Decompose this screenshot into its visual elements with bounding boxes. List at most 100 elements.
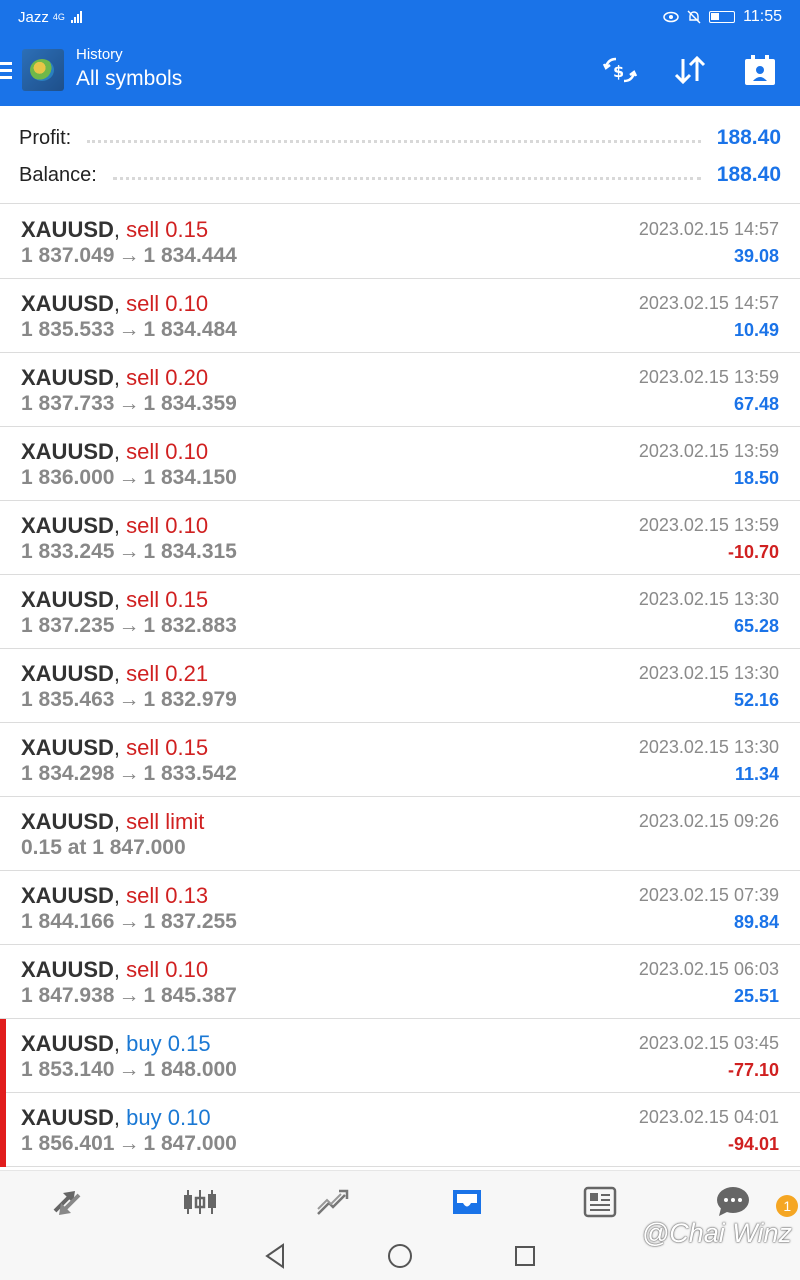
trade-symbol: XAUUSD [21,1031,114,1056]
eye-icon [663,11,679,23]
trade-row[interactable]: XAUUSD, sell limit 0.15 at 1 847.000 2023.… [0,797,800,871]
trade-profit: -10.70 [727,542,779,562]
trade-row[interactable]: XAUUSD, sell 0.15 1 834.298 → 1 833.542 2023… [0,723,800,797]
trade-prices: 1 835.463 → 1 832.979 [21,687,237,713]
trade-symbol: XAUUSD [21,735,114,760]
close-price: 1 848.000 [143,1058,237,1081]
trade-title: XAUUSD, sell 0.10 [21,291,208,317]
trade-side: sell limit [126,809,205,834]
recents-icon[interactable] [513,1244,537,1268]
battery-icon [709,11,736,23]
app-titles[interactable]: History All symbols [76,46,182,94]
trade-symbol: XAUUSD [21,513,114,538]
status-left: Jazz 4G [18,9,82,26]
trade-prices: 1 837.235 → 1 832.883 [21,613,237,639]
arrow-right-icon: → [118,318,140,341]
open-price: 1 837.235 [21,614,115,637]
trade-time: 2023.02.15 13:30 [638,589,779,609]
trade-side: sell 0.10 [126,957,209,982]
balance-row: Balance: 188.40 [19,160,781,190]
trade-time: 2023.02.15 14:57 [638,293,779,313]
trade-time: 2023.02.15 13:59 [638,441,779,461]
trade-symbol: XAUUSD [21,1105,114,1130]
trade-row[interactable]: XAUUSD, buy 0.15 1 853.140 → 1 848.000 2023.… [0,1019,800,1093]
trade-profit: 67.48 [733,394,779,414]
back-icon[interactable] [263,1243,287,1269]
arrow-right-icon: → [118,540,140,563]
menu-icon[interactable] [0,61,14,79]
trade-row[interactable]: XAUUSD, sell 0.10 1 836.000 → 1 834.150 2023… [0,427,800,501]
trade-row[interactable]: XAUUSD, sell 0.21 1 835.463 → 1 832.979 2023… [0,649,800,723]
open-price: 1 856.401 [21,1132,115,1155]
trade-row[interactable]: XAUUSD, sell 0.15 1 837.049 → 1 834.444 2023… [0,205,800,279]
separator: , [113,513,121,538]
currency-exchange-icon[interactable]: $ [600,50,640,90]
mute-bell-icon [687,10,701,24]
trade-row[interactable]: XAUUSD, sell 0.15 1 837.235 → 1 832.883 2023… [0,575,800,649]
trade-row[interactable]: XAUUSD, sell 0.10 1 847.938 → 1 845.387 2023… [0,945,800,1019]
separator: , [113,587,121,612]
arrow-right-icon: → [118,614,140,637]
trade-side: sell 0.15 [126,587,209,612]
trade-row[interactable]: XAUUSD, sell 0.10 1 835.533 → 1 834.484 2023… [0,279,800,353]
balance-value: 188.40 [716,163,781,186]
trade-profit: 10.49 [733,320,779,340]
trade-prices: 1 836.000 → 1 834.150 [21,465,237,491]
arrow-right-icon: → [118,466,140,489]
chart-icon[interactable] [175,1177,225,1227]
separator: , [113,291,121,316]
home-icon[interactable] [387,1243,413,1269]
close-price: 1 832.979 [143,688,237,711]
network-type: 4G [52,12,65,22]
trade-row[interactable]: XAUUSD, sell 0.13 1 844.166 → 1 837.255 2023… [0,871,800,945]
trade-profit: 18.50 [733,468,779,488]
separator: , [113,1105,121,1130]
news-icon[interactable] [575,1177,625,1227]
trade-symbol: XAUUSD [21,587,114,612]
trade-row[interactable]: XAUUSD, sell 0.10 1 833.245 → 1 834.315 2023… [0,501,800,575]
trade-time: 2023.02.15 03:45 [638,1033,779,1053]
arrow-right-icon: → [118,1058,140,1081]
trade-symbol: XAUUSD [21,957,114,982]
close-price: 1 837.255 [143,910,237,933]
trade-prices: 1 847.938 → 1 845.387 [21,983,237,1009]
trade-prices: 1 833.245 → 1 834.315 [21,539,237,565]
open-price: 1 835.463 [21,688,115,711]
trade-title: XAUUSD, sell 0.20 [21,365,208,391]
trade-title: XAUUSD, sell 0.15 [21,217,208,243]
separator: , [113,217,121,242]
calendar-icon[interactable] [740,50,780,90]
trade-side: sell 0.10 [126,291,209,316]
open-price: 1 834.298 [21,762,115,785]
separator: , [113,439,121,464]
trade-profit: -94.01 [727,1134,779,1154]
trade-profit: 65.28 [733,616,779,636]
trade-title: XAUUSD, sell 0.10 [21,513,208,539]
trade-time: 2023.02.15 14:57 [638,219,779,239]
arrow-right-icon: → [118,688,140,711]
separator: , [113,735,121,760]
separator: , [113,809,121,834]
trade-profit: 89.84 [733,912,779,932]
trade-title: XAUUSD, sell 0.10 [21,439,208,465]
trade-time: 2023.02.15 07:39 [638,885,779,905]
open-price: 1 847.938 [21,984,115,1007]
separator: , [113,365,121,390]
trade-icon[interactable] [308,1177,358,1227]
trade-row[interactable]: XAUUSD, buy 0.10 1 856.401 → 1 847.000 2023.… [0,1093,800,1167]
sort-icon[interactable] [670,50,710,90]
status-bar: Jazz 4G 11:55 [0,0,800,34]
open-price: 1 853.140 [21,1058,115,1081]
history-icon[interactable] [442,1177,492,1227]
clock: 11:55 [743,8,782,25]
trade-profit: -77.10 [727,1060,779,1080]
quotes-icon[interactable] [42,1177,92,1227]
trade-row[interactable]: XAUUSD, sell 0.20 1 837.733 → 1 834.359 2023… [0,353,800,427]
app-bar: History All symbols $ [0,34,800,106]
trade-side: sell 0.15 [126,735,209,760]
close-price: 1 834.359 [143,392,237,415]
close-price: 1 834.444 [143,244,237,267]
open-price: 1 844.166 [21,910,115,933]
trade-symbol: XAUUSD [21,291,114,316]
trade-time: 2023.02.15 06:03 [638,959,779,979]
